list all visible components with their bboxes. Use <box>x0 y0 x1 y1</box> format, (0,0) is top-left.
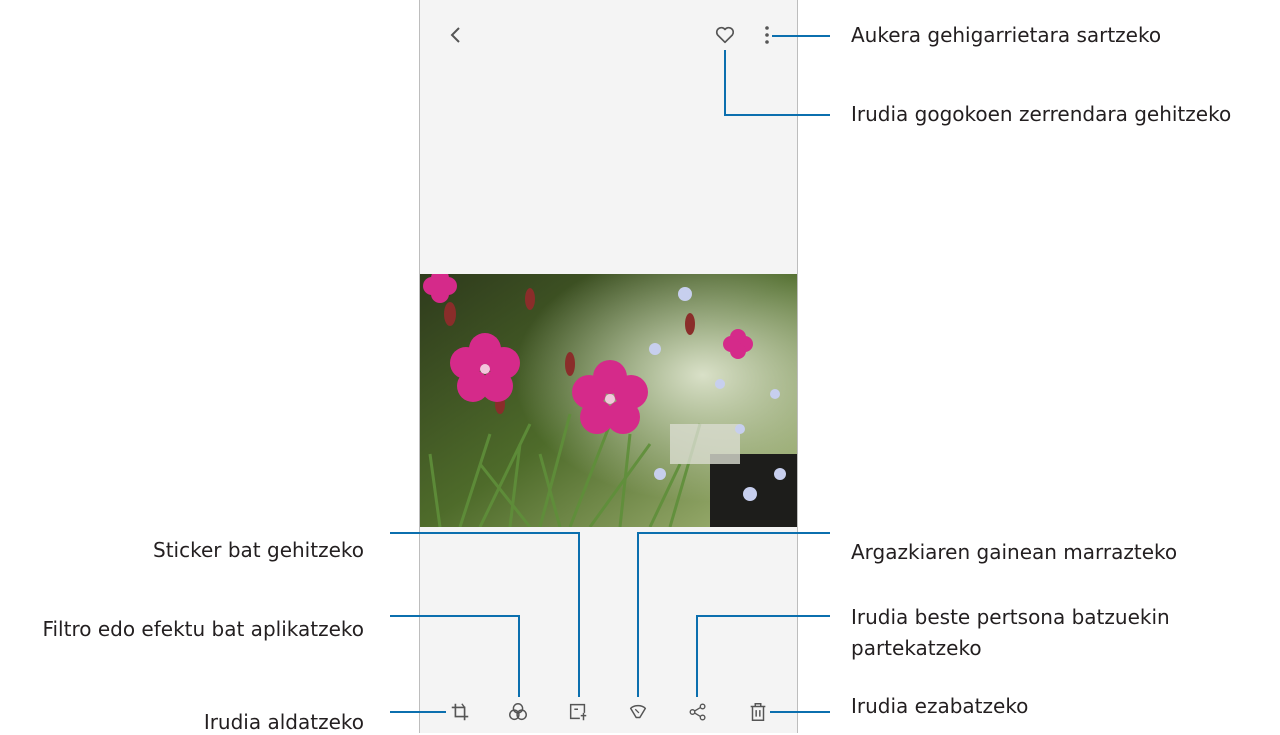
back-icon[interactable] <box>444 23 468 47</box>
callout-line-sticker-v <box>578 532 580 697</box>
callout-line-share-h <box>696 615 830 617</box>
callout-line-draw-v <box>637 532 639 697</box>
callout-label-share-line1: Irudia beste pertsona batzuekin <box>851 605 1170 629</box>
delete-icon[interactable] <box>746 700 770 724</box>
callout-line-filter-h <box>390 615 520 617</box>
filter-icon[interactable] <box>506 700 530 724</box>
callout-label-edit: Irudia aldatzeko <box>203 710 364 734</box>
callout-line-share-v <box>696 615 698 697</box>
callout-line-delete <box>770 711 830 713</box>
share-icon[interactable] <box>686 700 710 724</box>
callout-line-favourite-h <box>724 114 830 116</box>
callout-line-favourite <box>724 50 726 115</box>
callout-label-more-options: Aukera gehigarrietara sartzeko <box>851 23 1162 47</box>
callout-line-sticker-h <box>390 532 580 534</box>
callout-line-draw-h <box>637 532 830 534</box>
callout-label-favourite: Irudia gogokoen zerrendara gehitzeko <box>851 102 1232 126</box>
callout-label-share-line2: partekatzeko <box>851 636 982 660</box>
callout-label-delete: Irudia ezabatzeko <box>851 694 1029 718</box>
crop-edit-icon[interactable] <box>448 700 472 724</box>
sticker-icon[interactable] <box>566 700 590 724</box>
callout-line-edit <box>390 711 446 713</box>
gallery-screen <box>419 0 798 733</box>
callout-label-filter: Filtro edo efektu bat aplikatzeko <box>42 617 364 641</box>
callout-line-filter-v <box>518 615 520 697</box>
flower-photo <box>420 274 797 527</box>
callout-label-draw: Argazkiaren gainean marrazteko <box>851 540 1178 564</box>
draw-icon[interactable] <box>626 700 650 724</box>
callout-line-more-options <box>772 35 830 37</box>
heart-icon[interactable] <box>714 24 736 46</box>
callout-label-sticker: Sticker bat gehitzeko <box>153 538 364 562</box>
